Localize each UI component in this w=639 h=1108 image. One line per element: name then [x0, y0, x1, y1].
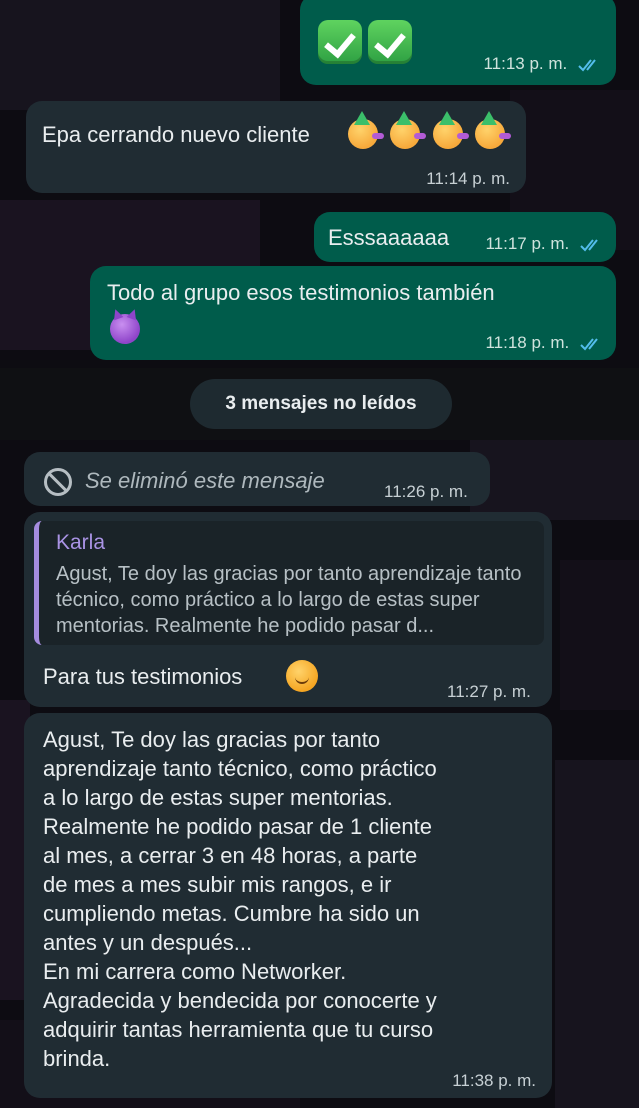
message-line: de mes a mes subir mis rangos, e ir — [43, 872, 392, 897]
double-check-icon — [580, 238, 598, 252]
message-time: 11:18 p. m. — [485, 333, 570, 352]
message-bubble-outgoing[interactable]: Esssaaaaaa 11:17 p. m. — [314, 212, 616, 262]
smiling-face-icon — [286, 660, 318, 692]
message-time: 11:14 p. m. — [426, 169, 510, 188]
message-time: 11:13 p. m. — [483, 54, 568, 73]
check-mark-emoji-icon — [318, 20, 362, 64]
message-time: 11:17 p. m. — [485, 234, 570, 253]
party-face-icon — [390, 111, 427, 149]
message-line: a lo largo de estas super mentorias. — [43, 785, 393, 810]
message-bubble-incoming[interactable]: Agust, Te doy las gracias por tanto apre… — [24, 713, 552, 1098]
quote-author: Karla — [56, 531, 106, 554]
quote-text: Agust, Te doy las gracias por tanto apre… — [56, 563, 522, 637]
party-face-icon — [475, 111, 512, 149]
party-face-emoji-group — [348, 111, 512, 149]
party-face-icon — [432, 111, 469, 149]
blocked-icon — [44, 468, 72, 496]
message-line: aprendizaje tanto técnico, como práctico — [43, 756, 437, 781]
double-check-icon — [580, 337, 598, 351]
double-check-icon — [578, 58, 596, 72]
message-time: 11:27 p. m. — [447, 682, 531, 701]
message-line: Realmente he podido pasar de 1 cliente — [43, 814, 432, 839]
message-line: Agust, Te doy las gracias por tanto — [43, 727, 381, 752]
message-text: Esssaaaaaa — [328, 225, 450, 250]
message-bubble-outgoing[interactable]: Todo al grupo esos testimonios también 1… — [90, 266, 616, 360]
message-time: 11:38 p. m. — [452, 1071, 536, 1090]
message-line: al mes, a cerrar 3 en 48 horas, a parte — [43, 843, 418, 868]
message-line: brinda. — [43, 1046, 111, 1071]
smiling-devil-icon — [110, 314, 140, 344]
message-line: cumpliendo metas. Cumbre ha sido un — [43, 901, 420, 926]
message-line: adquirir tantas herramienta que tu curso — [43, 1017, 434, 1042]
message-text: Todo al grupo esos testimonios también — [107, 280, 495, 305]
check-mark-emoji-icon — [368, 20, 412, 64]
message-text: Para tus testimonios — [43, 664, 243, 689]
party-face-icon — [348, 111, 384, 149]
message-time: 11:26 p. m. — [384, 482, 468, 501]
quoted-message[interactable]: Karla Agust, Te doy las gracias por tant… — [34, 521, 544, 645]
message-line: Agradecida y bendecida por conocerte y — [43, 988, 437, 1013]
deleted-message-text: Se eliminó este mensaje — [85, 468, 325, 493]
message-text: Epa cerrando nuevo cliente — [42, 122, 310, 147]
message-bubble-incoming[interactable]: Epa cerrando nuevo cliente 11:14 p. m. — [26, 101, 526, 193]
message-body: Agust, Te doy las gracias por tanto apre… — [43, 725, 543, 1073]
message-line: En mi carrera como Networker. — [43, 959, 347, 984]
message-bubble-outgoing[interactable]: 11:13 p. m. — [300, 0, 616, 85]
message-line: antes y un después... — [43, 930, 253, 955]
unread-messages-badge: 3 mensajes no leídos — [190, 379, 452, 429]
